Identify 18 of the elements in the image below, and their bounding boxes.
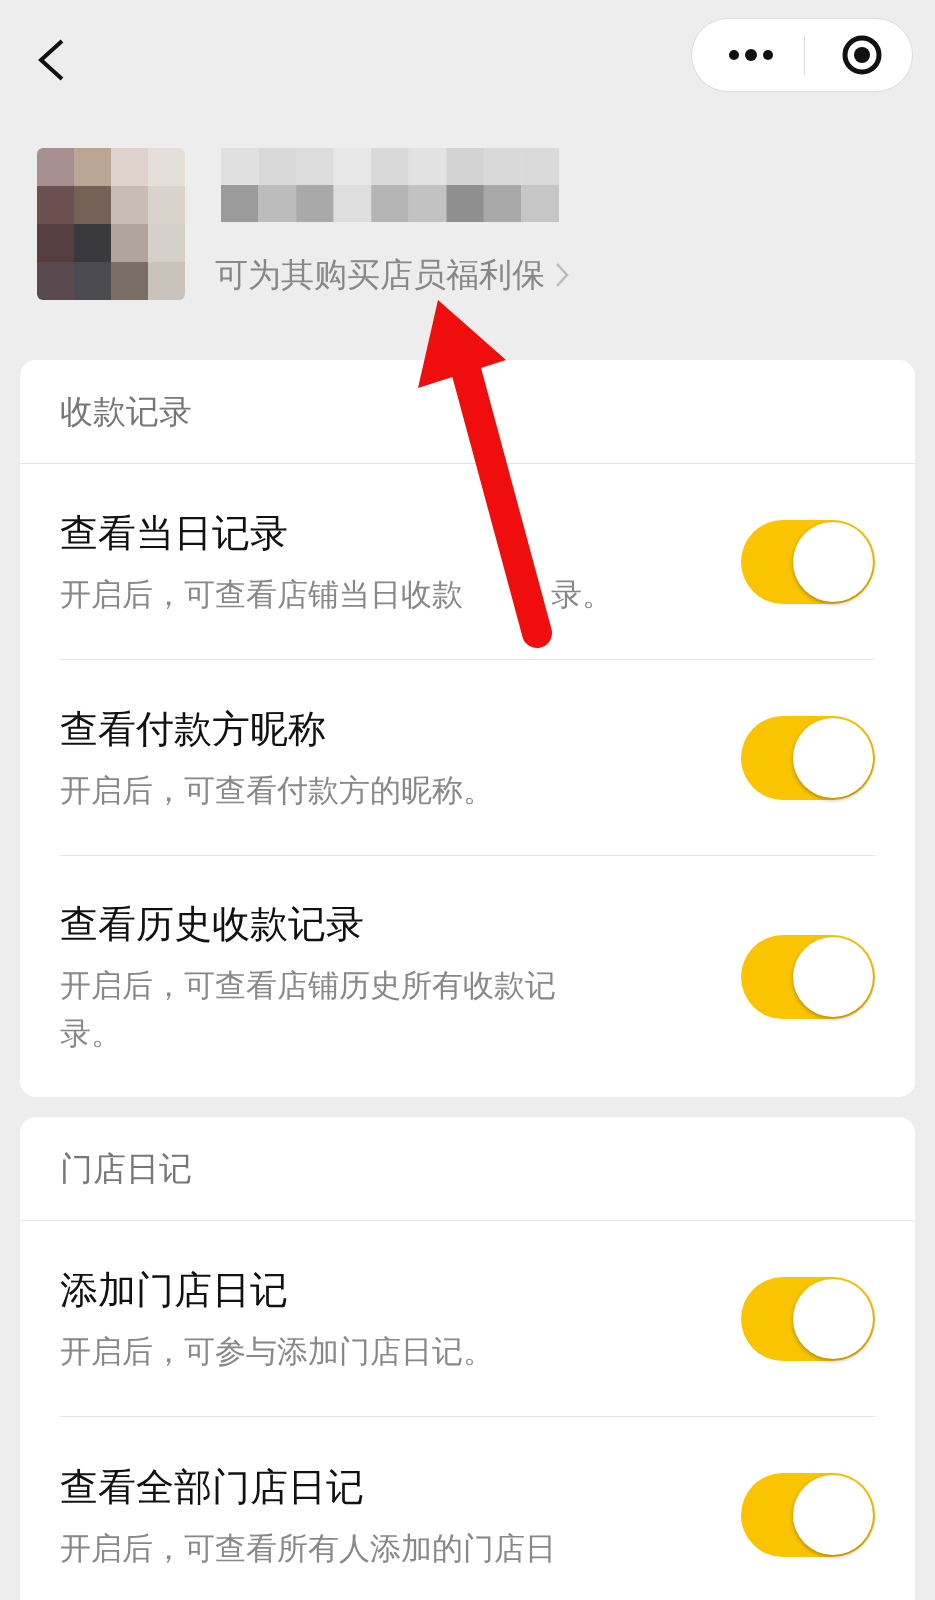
profile-subtitle[interactable]: 可为其购买店员福利保 bbox=[215, 250, 545, 300]
setting-description: 录。 bbox=[551, 575, 613, 614]
more-icon[interactable] bbox=[728, 49, 774, 61]
setting-description: 开启后，可查看所有人添加的门店日 bbox=[60, 1528, 556, 1568]
close-target-icon[interactable] bbox=[841, 34, 883, 76]
section-title: 门店日记 bbox=[60, 1147, 192, 1190]
setting-title: 查看付款方昵称 bbox=[60, 706, 327, 753]
setting-title: 添加门店日记 bbox=[60, 1267, 289, 1314]
back-icon[interactable] bbox=[36, 38, 66, 82]
setting-title: 查看历史收款记录 bbox=[60, 901, 365, 948]
setting-description: 开启后，可查看付款方的昵称。 bbox=[60, 771, 494, 810]
setting-description: 开启后，可参与添加门店日记。 bbox=[60, 1332, 494, 1371]
setting-description: 开启后，可查看店铺当日收款 bbox=[60, 575, 463, 614]
setting-title: 查看当日记录 bbox=[60, 510, 289, 557]
section-title: 收款记录 bbox=[60, 390, 192, 433]
setting-title: 查看全部门店日记 bbox=[60, 1463, 365, 1511]
chevron-right-icon[interactable] bbox=[555, 261, 569, 288]
setting-description: 开启后，可查看店铺历史所有收款记录。 bbox=[60, 966, 557, 1053]
